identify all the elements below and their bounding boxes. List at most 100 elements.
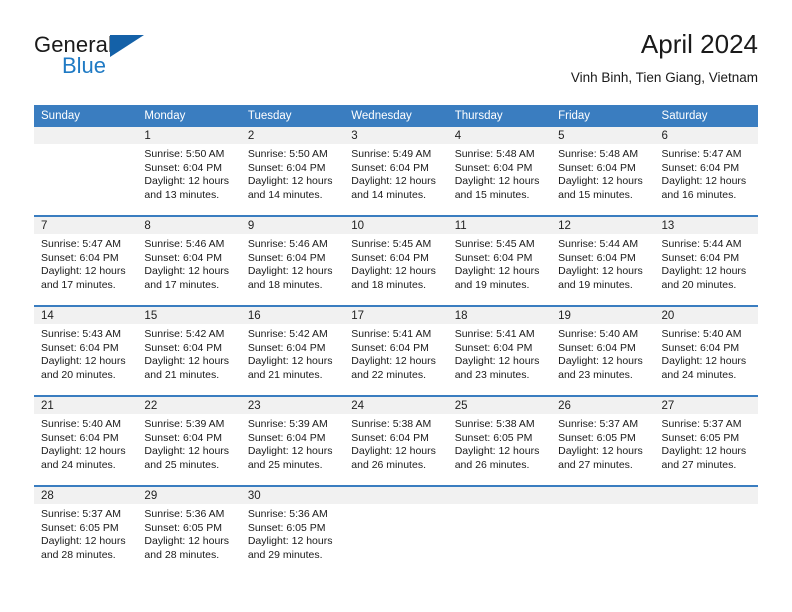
triangle-flag-icon bbox=[110, 35, 144, 57]
calendar-day-cell[interactable]: 21 Sunrise: 5:40 AM Sunset: 6:04 PM Dayligh… bbox=[34, 395, 138, 486]
day-number: 29 bbox=[137, 487, 241, 504]
calendar-day-cell[interactable]: 6 Sunrise: 5:47 AM Sunset: 6:04 PM Daylight… bbox=[654, 127, 758, 216]
sunrise-text: Sunrise: 5:36 AM bbox=[144, 508, 225, 520]
calendar-day-cell[interactable]: 18 Sunrise: 5:41 AM Sunset: 6:04 PM Dayligh… bbox=[447, 305, 552, 396]
sunset-text: Sunset: 6:04 PM bbox=[247, 251, 326, 264]
calendar-day-cell[interactable]: 27 Sunrise: 5:37 AM Sunset: 6:05 PM Dayligh… bbox=[654, 395, 758, 486]
calendar-day-cell[interactable]: 19 Sunrise: 5:40 AM Sunset: 6:04 PM Dayligh… bbox=[551, 305, 655, 396]
sunset-text: Sunset: 6:04 PM bbox=[558, 341, 636, 354]
sunset-text: Sunset: 6:04 PM bbox=[41, 431, 119, 444]
daylight-text-line1: Daylight: 12 hours bbox=[351, 355, 436, 368]
daylight-text-line1: Daylight: 12 hours bbox=[661, 265, 747, 278]
calendar-day-cell[interactable]: 8 Sunrise: 5:46 AM Sunset: 6:04 PM Daylight… bbox=[137, 215, 241, 306]
calendar-day-cell[interactable]: 16 Sunrise: 5:42 AM Sunset: 6:04 PM Dayligh… bbox=[240, 305, 345, 396]
sunrise-text: Sunrise: 5:39 AM bbox=[144, 418, 225, 430]
sunrise-text: Sunrise: 5:44 AM bbox=[661, 238, 742, 250]
sunset-text: Sunset: 6:04 PM bbox=[351, 431, 429, 444]
calendar-day-cell-empty bbox=[34, 127, 138, 216]
daylight-text-line2: and 17 minutes. bbox=[144, 278, 220, 291]
weekday-header-monday: Monday bbox=[137, 105, 241, 127]
sunrise-text: Sunrise: 5:40 AM bbox=[558, 328, 639, 340]
sunrise-text: Sunrise: 5:50 AM bbox=[247, 148, 328, 160]
day-number: 24 bbox=[344, 397, 448, 414]
calendar-day-cell[interactable]: 10 Sunrise: 5:45 AM Sunset: 6:04 PM Dayligh… bbox=[344, 215, 448, 306]
calendar-day-cell[interactable]: 5 Sunrise: 5:48 AM Sunset: 6:04 PM Daylight… bbox=[551, 127, 655, 216]
calendar-day-cell[interactable]: 1 Sunrise: 5:50 AM Sunset: 6:04 PM Daylight… bbox=[137, 127, 241, 216]
daylight-text-line2: and 24 minutes. bbox=[661, 368, 737, 381]
daylight-text-line2: and 20 minutes. bbox=[661, 278, 737, 291]
calendar-day-cell[interactable]: 12 Sunrise: 5:44 AM Sunset: 6:04 PM Dayligh… bbox=[551, 215, 655, 306]
calendar-day-cell[interactable]: 25 Sunrise: 5:38 AM Sunset: 6:05 PM Dayligh… bbox=[447, 395, 552, 486]
calendar-day-cell[interactable]: 13 Sunrise: 5:44 AM Sunset: 6:04 PM Dayligh… bbox=[654, 215, 758, 306]
sunrise-text: Sunrise: 5:37 AM bbox=[661, 418, 742, 430]
calendar-day-cell[interactable]: 3 Sunrise: 5:49 AM Sunset: 6:04 PM Daylight… bbox=[344, 127, 448, 216]
daylight-text-line2: and 19 minutes. bbox=[558, 278, 633, 291]
day-number: 8 bbox=[137, 217, 241, 234]
day-details: Sunrise: 5:40 AM Sunset: 6:04 PM Daylight:… bbox=[34, 414, 137, 472]
calendar-day-cell[interactable]: 23 Sunrise: 5:39 AM Sunset: 6:04 PM Dayligh… bbox=[240, 395, 345, 486]
sunset-text: Sunset: 6:04 PM bbox=[454, 251, 533, 264]
calendar-day-cell[interactable]: 11 Sunrise: 5:45 AM Sunset: 6:04 PM Dayligh… bbox=[447, 215, 552, 306]
calendar-day-cell[interactable]: 26 Sunrise: 5:37 AM Sunset: 6:05 PM Dayligh… bbox=[551, 395, 655, 486]
weekday-header-thursday: Thursday bbox=[447, 105, 552, 127]
calendar-day-cell[interactable]: 17 Sunrise: 5:41 AM Sunset: 6:04 PM Dayligh… bbox=[344, 305, 448, 396]
day-details: Sunrise: 5:47 AM Sunset: 6:04 PM Daylight:… bbox=[655, 144, 758, 202]
sunset-text: Sunset: 6:04 PM bbox=[661, 251, 740, 264]
calendar-day-cell[interactable]: 29 Sunrise: 5:36 AM Sunset: 6:05 PM Dayligh… bbox=[137, 485, 241, 575]
sunrise-text: Sunrise: 5:49 AM bbox=[351, 148, 432, 160]
daylight-text-line2: and 14 minutes. bbox=[351, 188, 426, 201]
day-details: Sunrise: 5:39 AM Sunset: 6:04 PM Daylight:… bbox=[241, 414, 344, 472]
day-details: Sunrise: 5:37 AM Sunset: 6:05 PM Daylight:… bbox=[34, 504, 137, 562]
day-number: 28 bbox=[34, 487, 138, 504]
calendar-day-cell-empty bbox=[551, 485, 655, 575]
calendar-day-cell[interactable]: 22 Sunrise: 5:39 AM Sunset: 6:04 PM Dayligh… bbox=[137, 395, 241, 486]
day-number bbox=[654, 487, 758, 504]
sunset-text: Sunset: 6:04 PM bbox=[247, 431, 326, 444]
daylight-text-line1: Daylight: 12 hours bbox=[454, 445, 540, 458]
daylight-text-line1: Daylight: 12 hours bbox=[41, 535, 126, 548]
daylight-text-line1: Daylight: 12 hours bbox=[351, 265, 436, 278]
daylight-text-line1: Daylight: 12 hours bbox=[41, 445, 126, 458]
day-details: Sunrise: 5:48 AM Sunset: 6:04 PM Daylight:… bbox=[551, 144, 654, 202]
day-number: 13 bbox=[654, 217, 758, 234]
sunset-text: Sunset: 6:05 PM bbox=[454, 431, 533, 444]
day-details: Sunrise: 5:42 AM Sunset: 6:04 PM Daylight:… bbox=[241, 324, 344, 382]
sunrise-text: Sunrise: 5:46 AM bbox=[144, 238, 225, 250]
calendar-day-cell[interactable]: 4 Sunrise: 5:48 AM Sunset: 6:04 PM Daylight… bbox=[447, 127, 552, 216]
daylight-text-line2: and 26 minutes. bbox=[454, 458, 530, 471]
day-details: Sunrise: 5:40 AM Sunset: 6:04 PM Daylight:… bbox=[655, 324, 758, 382]
calendar-day-cell[interactable]: 9 Sunrise: 5:46 AM Sunset: 6:04 PM Daylight… bbox=[240, 215, 345, 306]
calendar-day-cell[interactable]: 24 Sunrise: 5:38 AM Sunset: 6:04 PM Dayligh… bbox=[344, 395, 448, 486]
day-details: Sunrise: 5:41 AM Sunset: 6:04 PM Daylight:… bbox=[344, 324, 447, 382]
daylight-text-line1: Daylight: 12 hours bbox=[661, 445, 747, 458]
calendar-day-cell[interactable]: 20 Sunrise: 5:40 AM Sunset: 6:04 PM Dayligh… bbox=[654, 305, 758, 396]
calendar-day-cell[interactable]: 2 Sunrise: 5:50 AM Sunset: 6:04 PM Daylight… bbox=[240, 127, 345, 216]
sunset-text: Sunset: 6:05 PM bbox=[661, 431, 740, 444]
day-number: 3 bbox=[344, 127, 448, 144]
day-details: Sunrise: 5:48 AM Sunset: 6:04 PM Daylight:… bbox=[448, 144, 551, 202]
calendar-day-cell[interactable]: 15 Sunrise: 5:42 AM Sunset: 6:04 PM Dayligh… bbox=[137, 305, 241, 396]
calendar-day-cell[interactable]: 30 Sunrise: 5:36 AM Sunset: 6:05 PM Dayligh… bbox=[240, 485, 345, 575]
calendar-week-row: 21 Sunrise: 5:40 AM Sunset: 6:04 PM Dayligh… bbox=[34, 395, 758, 486]
day-details: Sunrise: 5:38 AM Sunset: 6:05 PM Daylight:… bbox=[448, 414, 551, 472]
weekday-header-saturday: Saturday bbox=[654, 105, 758, 127]
daylight-text-line1: Daylight: 12 hours bbox=[661, 175, 747, 188]
daylight-text-line2: and 15 minutes. bbox=[558, 188, 633, 201]
day-details: Sunrise: 5:39 AM Sunset: 6:04 PM Daylight:… bbox=[137, 414, 240, 472]
calendar-day-cell[interactable]: 14 Sunrise: 5:43 AM Sunset: 6:04 PM Dayligh… bbox=[34, 305, 138, 396]
weekday-header-tuesday: Tuesday bbox=[240, 105, 345, 127]
day-details: Sunrise: 5:37 AM Sunset: 6:05 PM Daylight:… bbox=[551, 414, 654, 472]
day-details: Sunrise: 5:38 AM Sunset: 6:04 PM Daylight:… bbox=[344, 414, 447, 472]
calendar-day-cell[interactable]: 28 Sunrise: 5:37 AM Sunset: 6:05 PM Dayligh… bbox=[34, 485, 138, 575]
day-details: Sunrise: 5:45 AM Sunset: 6:04 PM Daylight:… bbox=[344, 234, 447, 292]
day-details: Sunrise: 5:49 AM Sunset: 6:04 PM Daylight:… bbox=[344, 144, 447, 202]
sunrise-text: Sunrise: 5:41 AM bbox=[454, 328, 535, 340]
general-blue-logo[interactable]: General Blue bbox=[34, 32, 254, 90]
sunset-text: Sunset: 6:04 PM bbox=[351, 251, 429, 264]
calendar-day-cell[interactable]: 7 Sunrise: 5:47 AM Sunset: 6:04 PM Daylight… bbox=[34, 215, 138, 306]
day-details: Sunrise: 5:46 AM Sunset: 6:04 PM Daylight:… bbox=[241, 234, 344, 292]
day-details: Sunrise: 5:50 AM Sunset: 6:04 PM Daylight:… bbox=[241, 144, 344, 202]
sunrise-sunset-calendar-table: Sunday Monday Tuesday Wednesday Thursday… bbox=[34, 105, 758, 575]
day-number: 10 bbox=[344, 217, 448, 234]
daylight-text-line2: and 26 minutes. bbox=[351, 458, 426, 471]
